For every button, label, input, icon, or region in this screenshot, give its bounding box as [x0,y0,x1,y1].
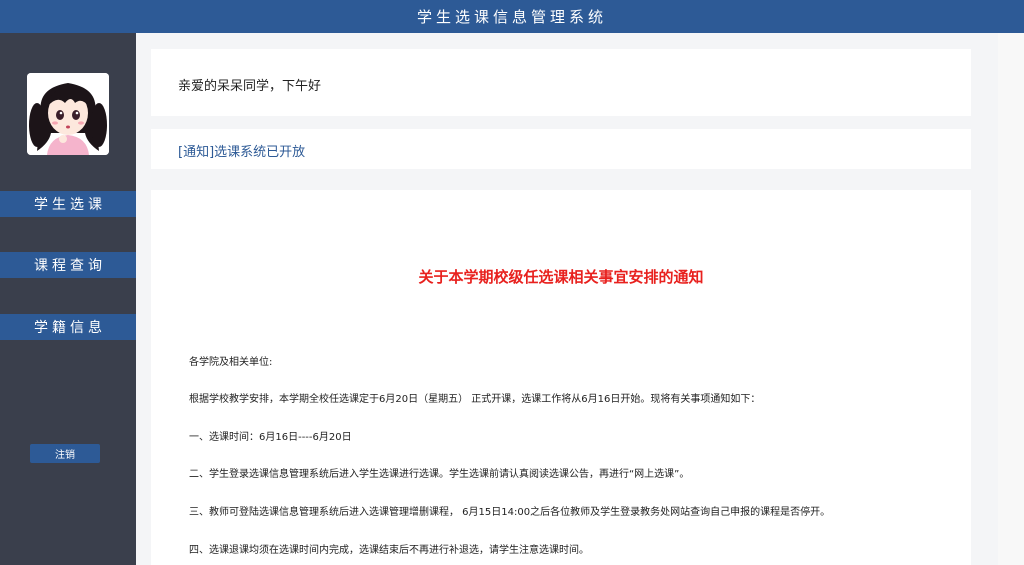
sidebar-item-label: 课程查询 [34,258,106,274]
article-paragraph: 一、选课时间：6月16日----6月20日 [189,432,352,443]
notice-link[interactable]: [通知]选课系统已开放 [178,141,305,160]
sidebar-item-label: 学生选课 [34,197,106,213]
article-paragraph: 二、学生登录选课信息管理系统后进入学生选课进行选课。学生选课前请认真阅读选课公告… [189,469,690,480]
logout-label: 注销 [55,450,75,461]
sidebar-item-student-status[interactable]: 学籍信息 [0,314,136,340]
article-paragraph: 三、教师可登陆选课信息管理系统后进入选课管理增删课程， 6月15日14:00之后… [189,507,831,518]
notice-card: [通知]选课系统已开放 [151,129,971,169]
logout-button[interactable]: 注销 [30,444,100,463]
sidebar-item-course-query[interactable]: 课程查询 [0,252,136,278]
article-title: 关于本学期校级任选课相关事宜安排的通知 [418,268,704,286]
app-title: 学生选课信息管理系统 [416,8,607,26]
article-paragraph: 各学院及相关单位: [189,357,273,368]
greeting-card: 亲爱的呆呆同学，下午好 [151,49,971,116]
app-header: 学生选课信息管理系统 [0,0,1024,33]
girl-avatar-icon [27,73,109,155]
article-paragraph: 根据学校教学安排，本学期全校任选课定于6月20日（星期五） 正式开课，选课工作将… [189,394,761,405]
greeting-text: 亲爱的呆呆同学，下午好 [178,79,322,94]
sidebar: 学生选课 课程查询 学籍信息 注销 [0,33,136,565]
sidebar-item-label: 学籍信息 [34,320,106,336]
right-margin [998,33,1024,565]
article-card: 关于本学期校级任选课相关事宜安排的通知 各学院及相关单位: 根据学校教学安排，本… [151,190,971,565]
sidebar-item-course-selection[interactable]: 学生选课 [0,191,136,217]
article-paragraph: 四、选课退课均须在选课时间内完成，选课结束后不再进行补退选，请学生注意选课时间。 [189,545,589,556]
avatar-drawing [27,73,109,155]
